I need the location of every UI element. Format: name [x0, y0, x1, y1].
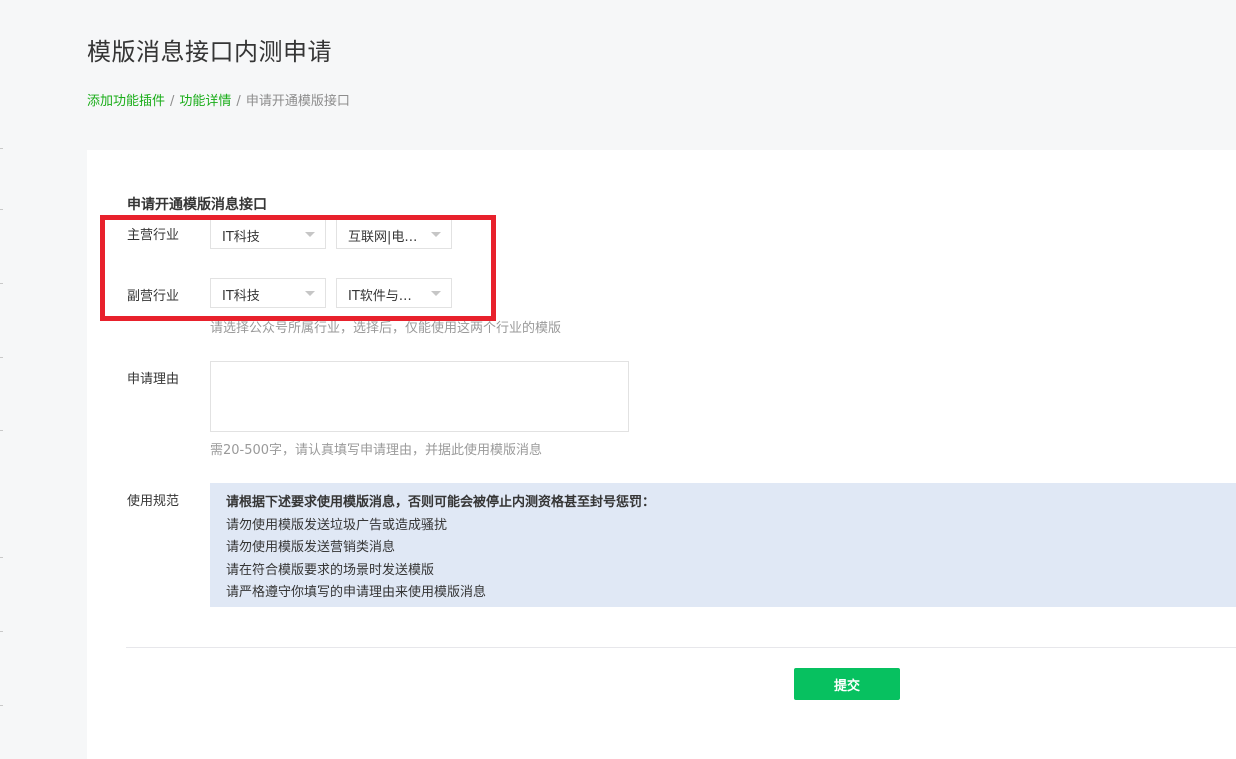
- rail-tick: [0, 357, 3, 358]
- dropdown-arrow-icon: [305, 232, 315, 237]
- rail-tick: [0, 430, 3, 431]
- reason-label: 申请理由: [127, 372, 180, 387]
- application-form-card: 申请开通模版消息接口 主营行业 IT科技 互联网|电… 副营行业 IT科技 IT…: [87, 150, 1236, 759]
- select-value: IT软件与…: [348, 289, 412, 304]
- breadcrumb-link-add-plugin[interactable]: 添加功能插件: [87, 94, 165, 109]
- rules-item: 请严格遵守你填写的申请理由来使用模版消息: [226, 585, 487, 600]
- primary-industry-category-select[interactable]: IT科技: [210, 219, 326, 249]
- breadcrumb-link-feature-detail[interactable]: 功能详情: [179, 94, 231, 109]
- breadcrumb-separator: /: [236, 94, 241, 109]
- rules-notice: 请根据下述要求使用模版消息，否则可能会被停止内测资格甚至封号惩罚： 请勿使用模版…: [210, 483, 1236, 607]
- page-title: 模版消息接口内测申请: [87, 38, 332, 66]
- reason-hint: 需20-500字，请认真填写申请理由，并据此使用模版消息: [210, 443, 543, 458]
- rail-tick: [0, 705, 3, 706]
- rules-item: 请在符合模版要求的场景时发送模版: [226, 562, 435, 578]
- dropdown-arrow-icon: [431, 232, 441, 237]
- rail-tick: [0, 148, 3, 149]
- rules-item: 请勿使用模版发送营销类消息: [226, 540, 396, 555]
- rules-label: 使用规范: [127, 494, 180, 509]
- page: 模版消息接口内测申请 添加功能插件 / 功能详情 / 申请开通模版接口 申请开通模版消息…: [0, 0, 1236, 759]
- dropdown-arrow-icon: [431, 291, 441, 296]
- submit-button[interactable]: 提交: [794, 668, 900, 700]
- secondary-industry-label: 副营行业: [127, 289, 180, 304]
- primary-industry-subcategory-select[interactable]: 互联网|电…: [336, 219, 452, 249]
- secondary-industry-category-select[interactable]: IT科技: [210, 278, 326, 308]
- select-value: IT科技: [222, 289, 260, 304]
- primary-industry-label: 主营行业: [127, 228, 180, 243]
- industry-hint: 请选择公众号所属行业，选择后，仅能使用这两个行业的模版: [210, 321, 562, 336]
- left-rail: [0, 0, 8, 759]
- secondary-industry-subcategory-select[interactable]: IT软件与…: [336, 278, 452, 308]
- breadcrumb: 添加功能插件 / 功能详情 / 申请开通模版接口: [87, 90, 350, 109]
- form-divider: [126, 647, 1236, 648]
- section-title: 申请开通模版消息接口: [127, 197, 267, 213]
- breadcrumb-current: 申请开通模版接口: [245, 94, 350, 109]
- rail-tick: [0, 283, 3, 284]
- rail-tick: [0, 209, 3, 210]
- select-value: IT科技: [222, 230, 260, 245]
- rules-item: 请勿使用模版发送垃圾广告或造成骚扰: [226, 517, 448, 533]
- breadcrumb-separator: /: [170, 94, 175, 109]
- rules-heading: 请根据下述要求使用模版消息，否则可能会被停止内测资格甚至封号惩罚：: [226, 495, 656, 510]
- select-value: 互联网|电…: [348, 230, 418, 245]
- rail-tick: [0, 631, 3, 632]
- rail-tick: [0, 557, 3, 558]
- dropdown-arrow-icon: [305, 291, 315, 296]
- reason-textarea[interactable]: [210, 361, 629, 432]
